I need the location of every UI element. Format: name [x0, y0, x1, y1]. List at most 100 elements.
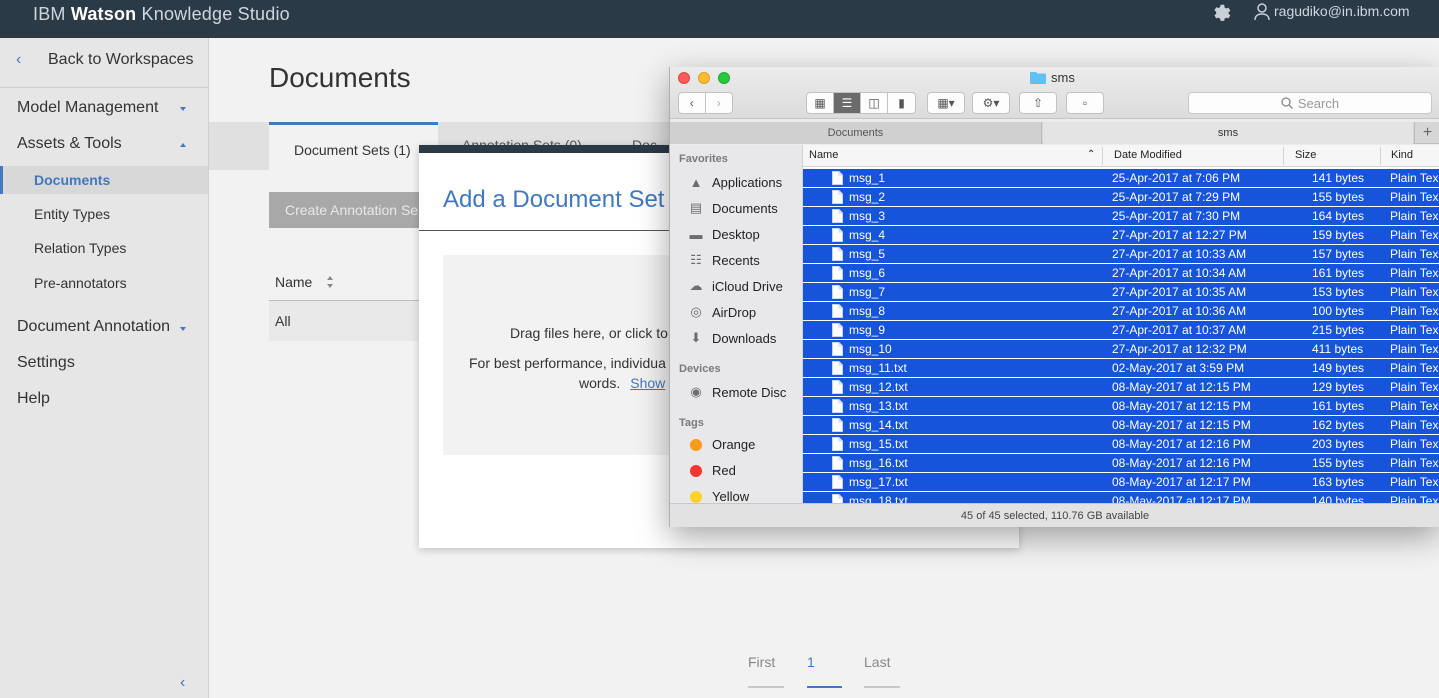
table-row[interactable]: msg_8 27-Apr-2017 at 10:36 AM 100 bytes Pla… [803, 302, 1439, 321]
file-date: 08-May-2017 at 12:17 PM [1112, 475, 1251, 489]
sidebar-item-documents[interactable]: Documents [34, 172, 110, 188]
nav-back-forward: ‹ › [678, 92, 733, 114]
file-kind: Plain Tex [1390, 399, 1439, 413]
file-size: 155 bytes [1312, 190, 1365, 204]
file-kind: Plain Tex [1390, 266, 1439, 280]
table-row[interactable]: msg_3 25-Apr-2017 at 7:30 PM 164 bytes Plai… [803, 207, 1439, 226]
column-header-kind[interactable]: Kind [1391, 149, 1413, 161]
back-button[interactable]: ‹ [679, 93, 706, 113]
tags-button[interactable]: ▫ [1066, 92, 1104, 114]
sidebar-item-entity-types[interactable]: Entity Types [34, 206, 110, 222]
table-row[interactable]: msg_18.txt 08-May-2017 at 12:17 PM 140 byt… [803, 492, 1439, 503]
table-row[interactable]: msg_12.txt 08-May-2017 at 12:15 PM 129 byt… [803, 378, 1439, 397]
caret-down-icon[interactable] [180, 107, 186, 111]
applications-icon: ▲ [689, 174, 703, 190]
modal-title: Add a Document Set [443, 186, 665, 213]
window-minimize-button[interactable] [698, 72, 710, 84]
sidebar-item-desktop[interactable]: ▬ Desktop [686, 225, 760, 243]
sidebar-item-downloads[interactable]: ⬇ Downloads [686, 329, 777, 347]
user-icon[interactable] [1254, 3, 1270, 21]
column-view-icon[interactable]: ◫ [861, 93, 888, 113]
table-row[interactable]: msg_9 27-Apr-2017 at 10:37 AM 215 bytes Pla… [803, 321, 1439, 340]
table-row[interactable]: msg_13.txt 08-May-2017 at 12:15 PM 161 byt… [803, 397, 1439, 416]
window-zoom-button[interactable] [718, 72, 730, 84]
show-more-link[interactable]: Show [630, 375, 665, 391]
finder-tab-documents[interactable]: Documents [670, 122, 1042, 144]
finder-sidebar: Favorites ▲ Applications ▤ Documents ▬ Desk… [670, 145, 803, 503]
file-size: 411 bytes [1312, 342, 1364, 356]
share-button[interactable]: ⇧ [1019, 92, 1057, 114]
gear-icon[interactable] [1211, 2, 1233, 24]
caret-down-icon[interactable] [180, 327, 186, 331]
file-date: 27-Apr-2017 at 12:32 PM [1112, 342, 1247, 356]
file-size: 157 bytes [1312, 247, 1365, 261]
name-column-header[interactable]: Name [269, 262, 429, 301]
table-row[interactable]: msg_15.txt 08-May-2017 at 12:16 PM 203 byt… [803, 435, 1439, 454]
sidebar-item-applications[interactable]: ▲ Applications [686, 173, 783, 191]
sidebar-tag-yellow[interactable]: Yellow [686, 489, 749, 503]
table-row[interactable]: msg_10 27-Apr-2017 at 12:32 PM 411 bytes Pl… [803, 340, 1439, 359]
sort-icon[interactable] [326, 275, 334, 289]
hint-words: words. [579, 375, 621, 391]
file-name: msg_2 [849, 190, 886, 204]
icon-view-icon[interactable]: ▦ [807, 93, 834, 113]
file-size: 161 bytes [1312, 399, 1365, 413]
back-to-workspaces-link[interactable]: ‹ Back to Workspaces [16, 51, 194, 69]
collapse-sidebar-icon[interactable]: ‹ [180, 674, 185, 692]
sidebar-tag-orange[interactable]: Orange [686, 437, 755, 452]
documents-icon: ▤ [689, 200, 703, 215]
table-row[interactable]: msg_14.txt 08-May-2017 at 12:15 PM 162 byt… [803, 416, 1439, 435]
sidebar-section-assets-tools[interactable]: Assets & Tools [17, 135, 122, 153]
caret-up-icon[interactable] [180, 143, 186, 147]
sidebar-item-settings[interactable]: Settings [17, 354, 75, 372]
action-button[interactable]: ⚙▾ [972, 92, 1010, 114]
table-row[interactable]: msg_16.txt 08-May-2017 at 12:16 PM 155 byt… [803, 454, 1439, 473]
user-email[interactable]: ragudiko@in.ibm.com [1274, 3, 1410, 19]
table-row[interactable]: msg_1 25-Apr-2017 at 7:06 PM 141 bytes Plai… [803, 169, 1439, 188]
sidebar-item-documents[interactable]: ▤ Documents [686, 199, 778, 217]
new-tab-plus-icon[interactable]: + [1414, 122, 1439, 144]
sidebar-item-relation-types[interactable]: Relation Types [34, 240, 126, 256]
sidebar-item-recents[interactable]: ☷ Recents [686, 251, 760, 269]
file-kind: Plain Tex [1390, 304, 1439, 318]
arrange-icon: ▦▾ [937, 96, 955, 110]
search-input[interactable]: Search [1188, 92, 1432, 114]
file-size: 162 bytes [1312, 418, 1365, 432]
table-row[interactable]: msg_4 27-Apr-2017 at 12:27 PM 159 bytes Pla… [803, 226, 1439, 245]
finder-tab-sms[interactable]: sms [1043, 122, 1413, 144]
table-row[interactable]: msg_6 27-Apr-2017 at 10:34 AM 161 bytes Pla… [803, 264, 1439, 283]
pagination-last[interactable]: Last [864, 654, 890, 670]
tab-document-sets[interactable]: Document Sets (1) [269, 122, 438, 170]
pagination-first[interactable]: First [748, 654, 775, 670]
item-label: Recents [712, 252, 760, 268]
table-row[interactable]: All [269, 301, 429, 341]
table-row[interactable]: msg_2 25-Apr-2017 at 7:29 PM 155 bytes Plai… [803, 188, 1439, 207]
sidebar-item-icloud-drive[interactable]: ☁ iCloud Drive [686, 277, 783, 295]
column-header-name[interactable]: Name [809, 149, 838, 161]
column-header-date-modified[interactable]: Date Modified [1114, 149, 1182, 161]
sidebar-item-help[interactable]: Help [17, 390, 50, 408]
forward-button[interactable]: › [706, 93, 732, 113]
table-row[interactable]: msg_7 27-Apr-2017 at 10:35 AM 153 bytes Pla… [803, 283, 1439, 302]
file-name: msg_15.txt [849, 437, 908, 451]
table-row[interactable]: msg_11.txt 02-May-2017 at 3:59 PM 149 byte… [803, 359, 1439, 378]
sidebar-section-model-management[interactable]: Model Management [17, 99, 158, 117]
gallery-view-icon[interactable]: ▮ [888, 93, 915, 113]
pagination-page-current[interactable]: 1 [807, 654, 815, 670]
sidebar-item-pre-annotators[interactable]: Pre-annotators [34, 275, 127, 291]
sidebar-section-document-annotation[interactable]: Document Annotation [17, 318, 170, 336]
sidebar-divider [0, 87, 209, 88]
list-view-icon[interactable]: ☰ [834, 93, 861, 113]
sidebar-tag-red[interactable]: Red [686, 463, 736, 478]
pagination-first-underline [748, 686, 784, 688]
table-row[interactable]: msg_5 27-Apr-2017 at 10:33 AM 157 bytes Pla… [803, 245, 1439, 264]
sidebar-item-remote-disc[interactable]: ◉ Remote Disc [686, 383, 786, 401]
sidebar-item-airdrop[interactable]: ◎ AirDrop [686, 303, 756, 321]
column-header-size[interactable]: Size [1295, 149, 1316, 161]
window-close-button[interactable] [678, 72, 690, 84]
arrange-button[interactable]: ▦▾ [927, 92, 965, 114]
table-row[interactable]: msg_17.txt 08-May-2017 at 12:17 PM 163 byt… [803, 473, 1439, 492]
file-size: 215 bytes [1312, 323, 1365, 337]
sort-ascending-icon[interactable]: ⌃ [1087, 149, 1095, 160]
create-annotation-sets-button[interactable]: Create Annotation Se [269, 192, 429, 228]
